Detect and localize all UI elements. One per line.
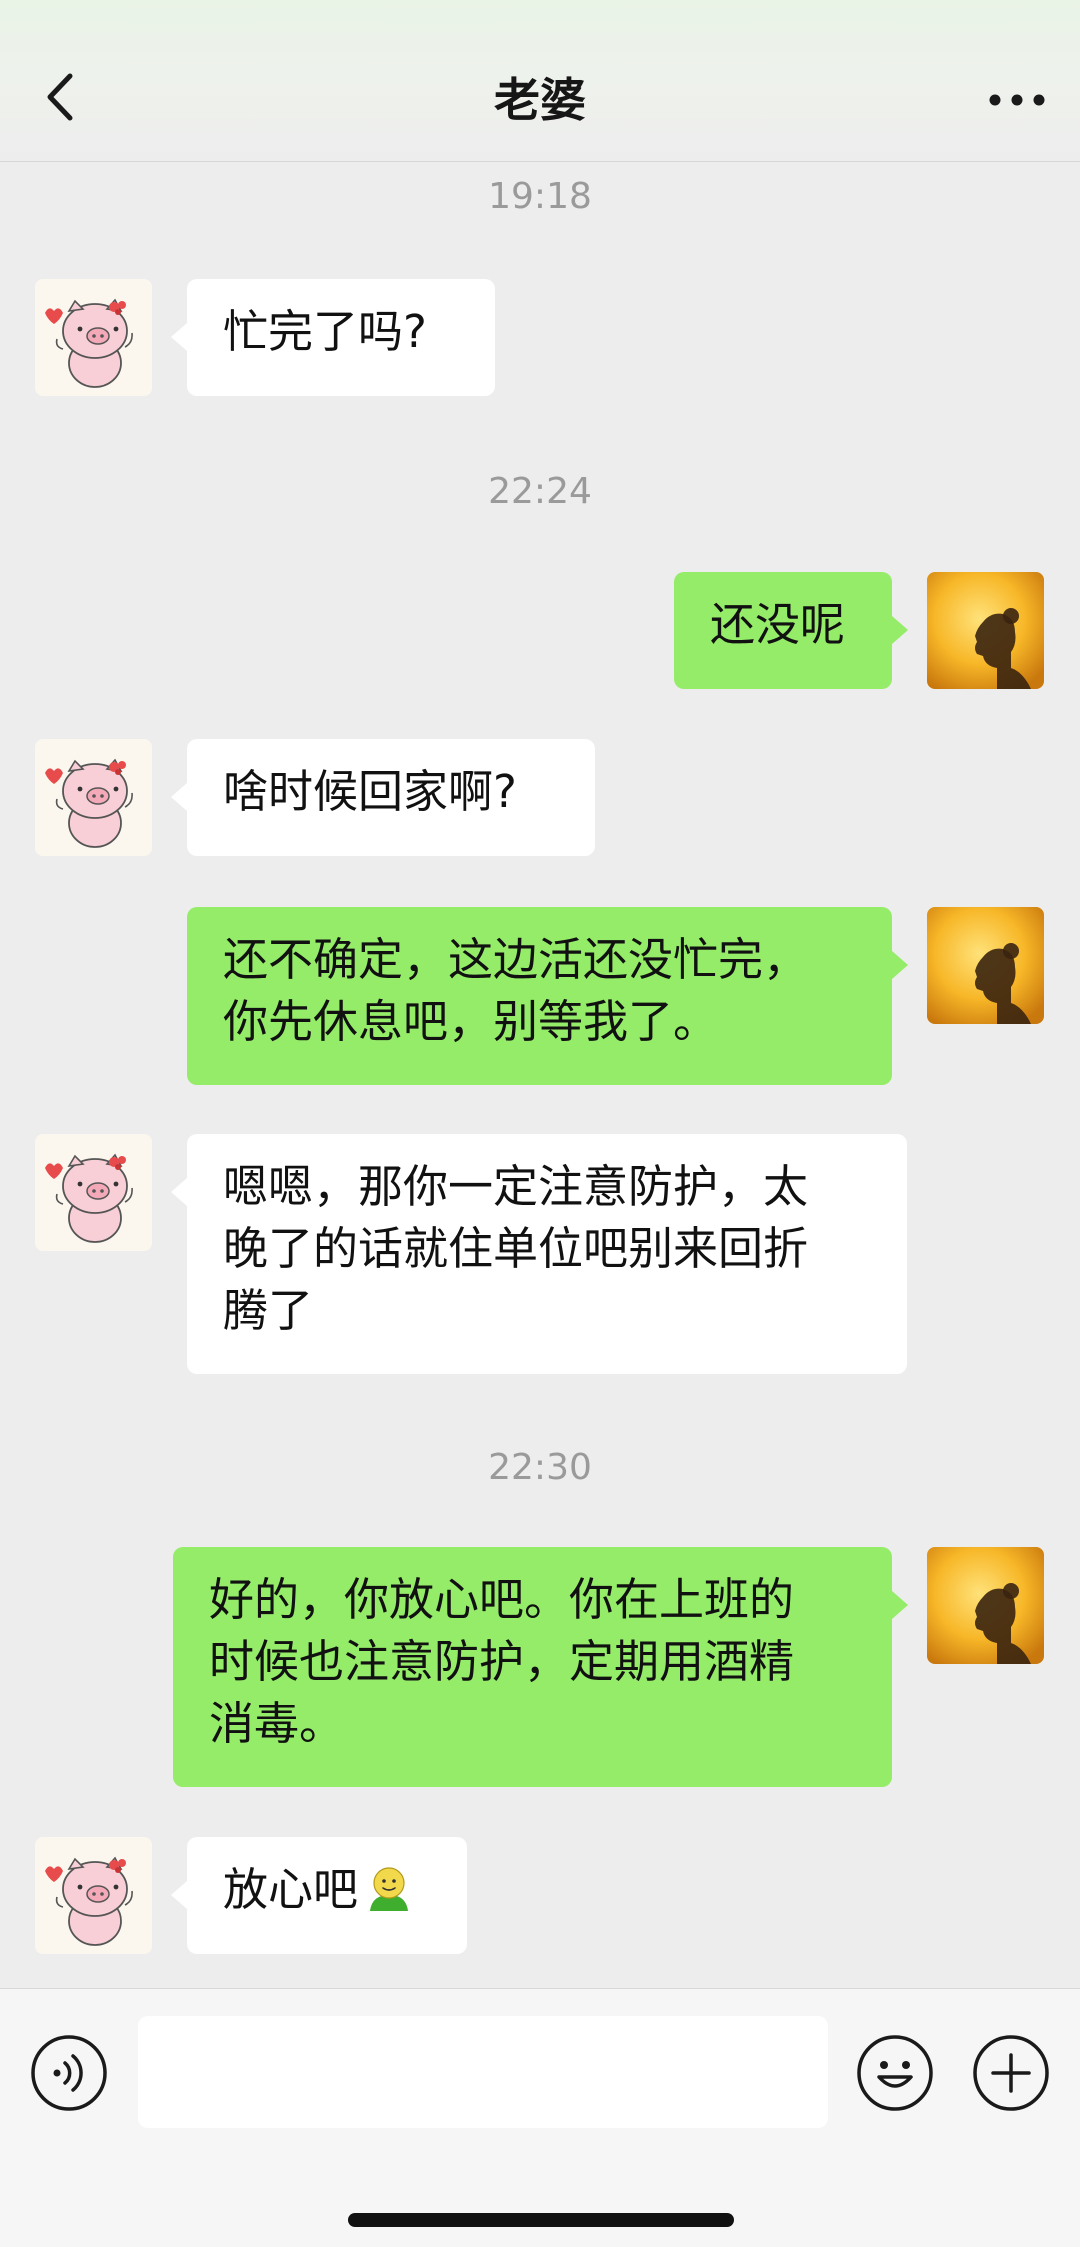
- message-text: 啥时候回家啊?: [223, 765, 517, 818]
- my-avatar[interactable]: [927, 907, 1044, 1024]
- emoji-button[interactable]: [855, 2033, 935, 2113]
- navigation-bar: 老婆: [0, 0, 1080, 162]
- contact-avatar[interactable]: [35, 739, 152, 856]
- message-bubble-me[interactable]: 好的，你放心吧。你在上班的 时候也注意防护，定期用酒精 消毒。: [173, 1547, 908, 1787]
- timestamp: 19:18: [488, 176, 592, 217]
- message-bubble-contact[interactable]: 忙完了吗?: [171, 279, 495, 396]
- my-avatar[interactable]: [927, 572, 1044, 689]
- message-text: 忙完了吗?: [223, 305, 427, 358]
- message-text-line: 嗯嗯，那你一定注意防护，太: [223, 1160, 809, 1213]
- smiling-face-emoji-icon: [362, 1861, 416, 1915]
- message-text-line: 晚了的话就住单位吧别来回折: [223, 1222, 809, 1275]
- contact-avatar[interactable]: [35, 1837, 152, 1954]
- message-text-line: 还不确定，这边活还没忙完，: [223, 933, 809, 986]
- silhouette-avatar-icon: [927, 572, 1044, 689]
- voice-input-button[interactable]: [29, 2033, 109, 2113]
- pig-avatar-icon: [35, 1134, 152, 1251]
- message-text-line: 腾了: [223, 1284, 314, 1337]
- message-text-line: 消毒。: [209, 1697, 345, 1750]
- my-avatar[interactable]: [927, 1547, 1044, 1664]
- more-button[interactable]: [982, 72, 1052, 128]
- message-bubble-contact[interactable]: 嗯嗯，那你一定注意防护，太 晚了的话就住单位吧别来回折 腾了: [171, 1134, 907, 1374]
- message-text: 放心吧: [223, 1863, 359, 1916]
- timestamp: 22:30: [488, 1447, 592, 1488]
- voice-icon: [29, 2035, 109, 2117]
- message-input[interactable]: [138, 2016, 828, 2128]
- more-dots-icon: [982, 94, 1052, 132]
- silhouette-avatar-icon: [927, 907, 1044, 1024]
- message-bubble-contact[interactable]: 放心吧: [171, 1837, 467, 1954]
- silhouette-avatar-icon: [927, 1547, 1044, 1664]
- chat-area[interactable]: 19:18 忙完了吗? 22:24 还没呢 啥时候回家啊? 还不确定，这边活还没…: [0, 162, 1080, 1988]
- plus-icon: [971, 2035, 1051, 2117]
- pig-avatar-icon: [35, 1837, 152, 1954]
- message-text-line: 你先休息吧，别等我了。: [223, 995, 719, 1048]
- timestamp: 22:24: [488, 471, 592, 512]
- message-text-line: 好的，你放心吧。你在上班的: [209, 1573, 795, 1626]
- message-bubble-contact[interactable]: 啥时候回家啊?: [171, 739, 595, 856]
- pig-avatar-icon: [35, 739, 152, 856]
- contact-avatar[interactable]: [35, 279, 152, 396]
- chat-title: 老婆: [494, 73, 586, 127]
- message-text-line: 时候也注意防护，定期用酒精: [209, 1635, 795, 1688]
- input-bar: [0, 1988, 1080, 2247]
- message-bubble-me[interactable]: 还没呢: [674, 572, 908, 689]
- more-functions-button[interactable]: [971, 2033, 1051, 2113]
- contact-avatar[interactable]: [35, 1134, 152, 1251]
- emoji-icon: [855, 2035, 935, 2117]
- home-indicator[interactable]: [348, 2213, 734, 2227]
- message-bubble-me[interactable]: 还不确定，这边活还没忙完， 你先休息吧，别等我了。: [187, 907, 908, 1085]
- pig-avatar-icon: [35, 279, 152, 396]
- message-text: 还没呢: [710, 598, 846, 651]
